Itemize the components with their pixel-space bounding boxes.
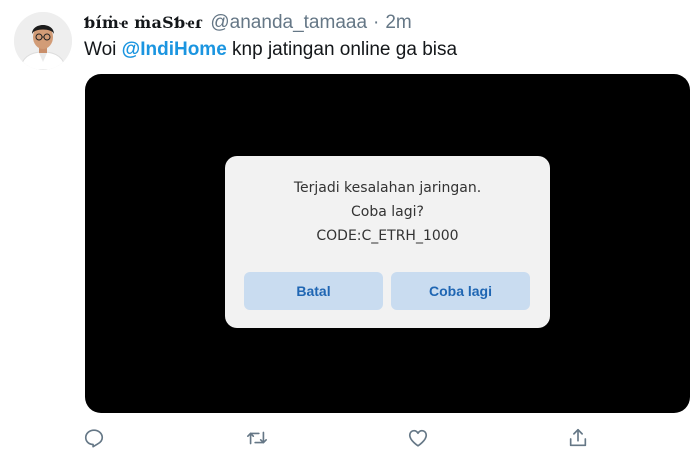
avatar-photo — [14, 12, 72, 70]
reply-button[interactable] — [80, 424, 108, 452]
user-handle[interactable]: @ananda_tamaaa — [210, 11, 367, 35]
cancel-button: Batal — [244, 272, 383, 310]
share-icon — [569, 428, 587, 447]
share-button[interactable] — [564, 424, 592, 452]
reply-icon — [84, 429, 104, 448]
error-dialog: Terjadi kesalahan jaringan. Coba lagi? C… — [225, 156, 550, 328]
mention-link[interactable]: @IndiHome — [122, 39, 227, 60]
tweet: ƅíṁҽ ṁaSƅҽɾ @ananda_tamaaa · 2m Woi @Ind… — [0, 0, 700, 461]
retweet-icon — [247, 431, 267, 445]
tweet-actions — [0, 424, 700, 452]
tweet-text-start: Woi — [84, 39, 122, 60]
avatar[interactable] — [14, 12, 72, 70]
retweet-button[interactable] — [243, 424, 271, 452]
display-name[interactable]: ƅíṁҽ ṁaSƅҽɾ — [84, 11, 202, 35]
like-button[interactable] — [404, 424, 432, 452]
timestamp[interactable]: 2m — [385, 11, 411, 35]
separator-dot: · — [373, 12, 380, 33]
tweet-text: Woi @IndiHome knp jatingan online ga bis… — [84, 37, 457, 63]
like-icon — [408, 429, 428, 447]
dialog-message-line2: Coba lagi? — [351, 204, 424, 220]
tweet-text-end: knp jatingan online ga bisa — [226, 39, 458, 60]
retry-button: Coba lagi — [391, 272, 530, 310]
dialog-message-line1: Terjadi kesalahan jaringan. — [293, 180, 482, 196]
dialog-error-code: CODE:C_ETRH_1000 — [316, 228, 459, 244]
tweet-header: ƅíṁҽ ṁaSƅҽɾ @ananda_tamaaa · 2m — [84, 11, 412, 35]
media-image[interactable]: Terjadi kesalahan jaringan. Coba lagi? C… — [85, 74, 690, 413]
